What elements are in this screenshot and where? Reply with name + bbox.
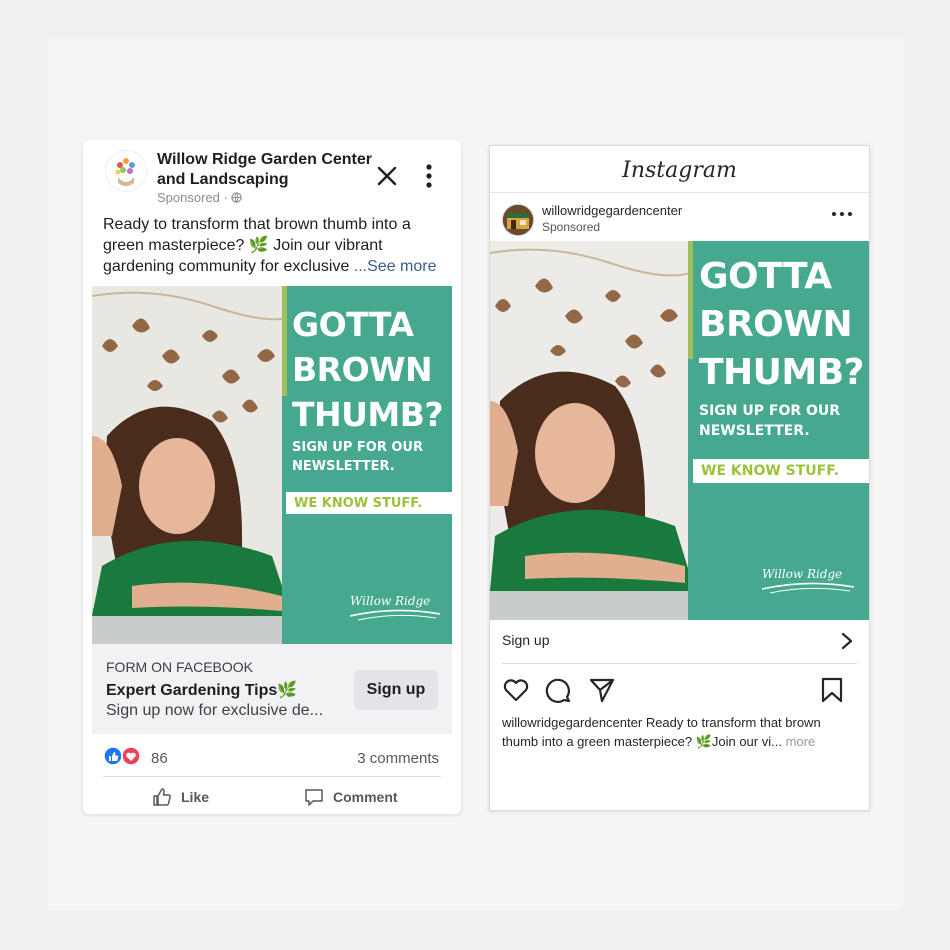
post-caption: willowridgegardencenter Ready to transfo… [502,713,858,751]
sign-up-button[interactable]: Sign up [354,670,438,710]
subhead-line: SIGN UP FOR OUR [699,403,841,419]
globe-icon [231,192,243,203]
brand-swoosh-icon [350,609,440,621]
page-logo-icon [115,158,135,186]
sponsored-label: Sponsored [542,220,601,234]
ad-creative-image[interactable]: GOTTA BROWN THUMB? SIGN UP FOR OUR NEWSL… [490,241,869,620]
comment-count[interactable]: 3 comments [357,750,439,767]
headline-line: GOTTA [699,256,832,297]
brand-swoosh-icon [762,582,854,594]
ad-headline: GOTTA BROWN THUMB? [699,253,865,397]
caption-more-link[interactable]: more [786,734,816,749]
comment-icon [305,789,323,806]
see-more-link[interactable]: ...See more [354,258,437,275]
comment-icon[interactable] [544,676,572,704]
instagram-logo: Instagram [622,158,737,183]
divider [502,663,857,664]
sponsored-text: Sponsored · [157,190,232,205]
reaction-icons[interactable] [103,746,147,766]
ad-tagline-strip: WE KNOW STUFF. [693,459,869,483]
comment-button[interactable]: Comment [303,786,398,808]
like-button[interactable]: Like [151,786,209,808]
headline-line: GOTTA [292,305,414,344]
subhead-line: NEWSLETTER. [699,423,810,439]
heart-icon[interactable] [502,676,530,704]
caption-username[interactable]: willowridgegardencenter [502,715,642,730]
headline-line: BROWN [699,304,853,345]
chevron-right-icon[interactable] [840,632,854,650]
action-bar [502,676,857,704]
ad-creative-image[interactable]: GOTTA BROWN THUMB? SIGN UP FOR OUR NEWSL… [92,286,452,644]
thumbs-up-icon [153,788,171,806]
more-options-icon[interactable] [423,162,435,190]
subhead-line: SIGN UP FOR OUR [292,440,423,455]
divider [103,776,441,777]
close-icon[interactable] [375,164,399,188]
ad-subhead: SIGN UP FOR OUR NEWSLETTER. [292,438,423,476]
divider [490,192,869,193]
ad-brand-logo: Willow Ridge [350,594,431,608]
sponsored-label: Sponsored · [157,190,243,205]
headline-line: THUMB? [292,395,444,434]
like-label: Like [181,789,210,805]
lead-form-bar[interactable]: FORM ON FACEBOOK Expert Gardening Tips🌿 … [92,644,452,734]
page-avatar[interactable] [105,150,147,192]
comment-label: Comment [333,789,398,805]
sign-up-link[interactable]: Sign up [502,632,549,648]
facebook-ad-card: Willow Ridge Garden Center and Landscapi… [83,140,461,814]
reaction-count[interactable]: 86 [151,750,168,767]
page-name[interactable]: Willow Ridge Garden Center and Landscapi… [157,150,377,190]
account-avatar[interactable] [502,204,534,236]
form-title: Expert Gardening Tips🌿 [106,682,298,699]
headline-line: BROWN [292,350,433,389]
headline-line: THUMB? [699,352,865,393]
more-options-icon[interactable] [830,208,854,220]
ad-tagline-strip: WE KNOW STUFF. [286,492,452,514]
share-icon[interactable] [588,676,616,704]
storefront-icon [503,205,533,235]
subhead-line: NEWSLETTER. [292,459,395,474]
ad-subhead: SIGN UP FOR OUR NEWSLETTER. [699,401,840,441]
form-description: Sign up now for exclusive de... [106,702,324,719]
ad-brand-logo: Willow Ridge [762,567,843,581]
post-text: Ready to transform that brown thumb into… [103,214,443,277]
account-username[interactable]: willowridgegardencenter [542,203,682,218]
bookmark-icon[interactable] [820,676,844,704]
ad-headline: GOTTA BROWN THUMB? [292,302,444,437]
instagram-ad-card: Instagram willowridgegardencenter Sponso… [489,145,870,811]
form-label: FORM ON FACEBOOK [106,659,254,675]
